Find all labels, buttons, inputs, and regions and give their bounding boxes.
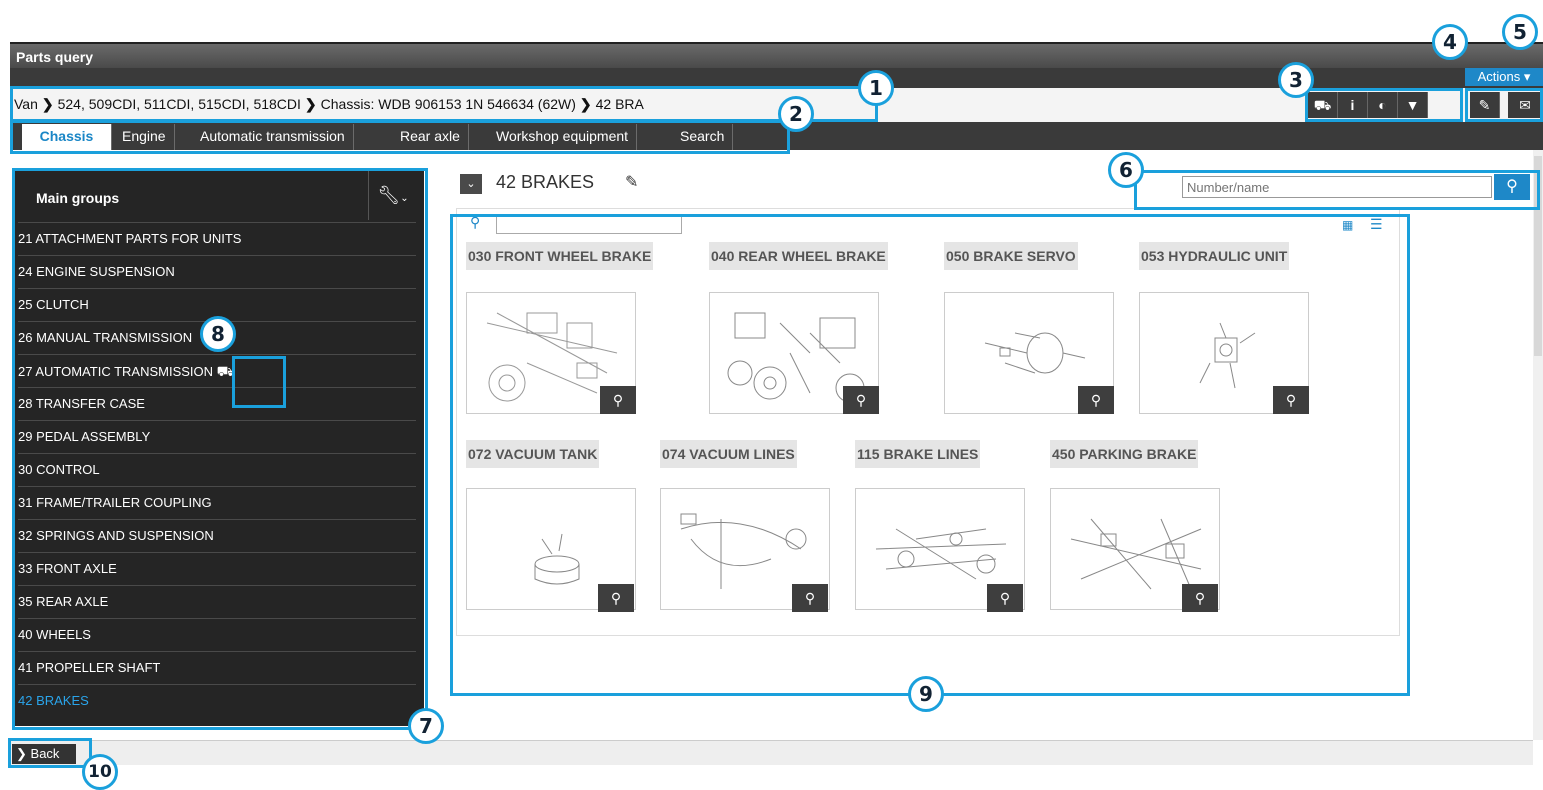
actions-menu-button[interactable]: Actions ▾ <box>1465 68 1543 86</box>
callout-box-toolbar <box>1305 88 1463 122</box>
callout-box-breadcrumb <box>10 86 878 122</box>
callout-box-vehicle-icon <box>232 356 286 408</box>
callout-badge: 7 <box>408 708 444 744</box>
callout-badge: 3 <box>1278 62 1314 98</box>
chevron-down-icon[interactable]: ⌄ <box>460 174 482 194</box>
callout-badge: 10 <box>82 754 118 790</box>
callout-box-search <box>1134 170 1540 210</box>
callout-box-back <box>8 738 92 768</box>
callout-box-subgroups <box>450 214 1410 696</box>
edit-icon[interactable]: ✎ <box>625 172 638 192</box>
callout-badge: 4 <box>1432 24 1468 60</box>
actions-label: Actions <box>1477 69 1521 84</box>
callout-box-tabs <box>10 120 790 154</box>
callout-badge: 1 <box>858 70 894 106</box>
window-title: Parts query <box>10 42 1543 68</box>
footer-bar <box>10 740 1533 765</box>
callout-badge: 2 <box>778 96 814 132</box>
group-title: 42 BRAKES <box>496 172 595 192</box>
callout-badge: 8 <box>200 316 236 352</box>
callout-badge: 9 <box>908 676 944 712</box>
callout-badge: 6 <box>1108 152 1144 188</box>
callout-box-sidebar <box>12 168 428 730</box>
callout-badge: 5 <box>1502 14 1538 50</box>
callout-box-actions <box>1465 88 1543 122</box>
